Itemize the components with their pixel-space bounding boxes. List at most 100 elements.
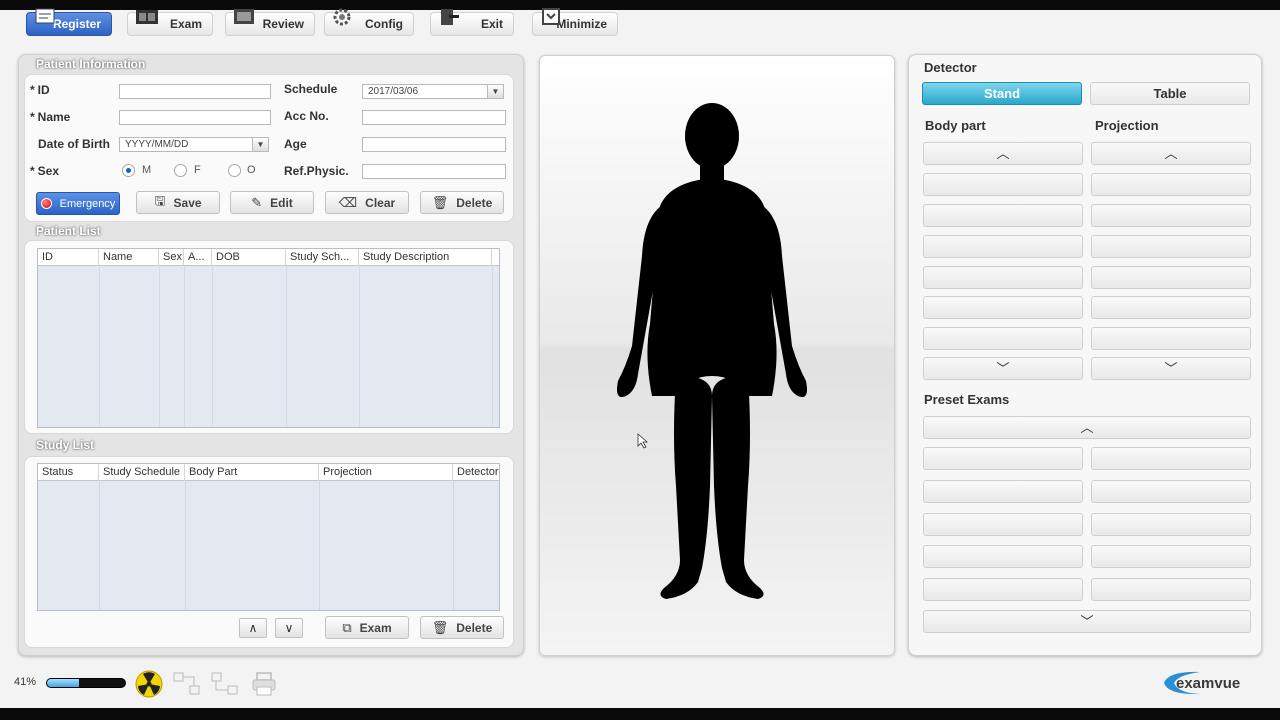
study-list-title: Study List <box>36 438 95 452</box>
gear-icon <box>333 8 351 26</box>
col-detector[interactable]: Detector <box>453 464 500 481</box>
dob-dropdown-icon[interactable]: ▼ <box>252 138 268 151</box>
col-study-description[interactable]: Study Description <box>359 249 492 266</box>
col-dob[interactable]: DOB <box>212 249 286 266</box>
preset-exam-slot[interactable] <box>1091 480 1251 503</box>
emergency-button[interactable]: Emergency <box>36 192 120 215</box>
acc-no-label: Acc No. <box>284 109 329 123</box>
emergency-icon <box>40 198 52 209</box>
move-up-button[interactable]: ∧ <box>239 618 267 638</box>
preset-exam-slot[interactable] <box>923 545 1083 568</box>
sex-radio-o[interactable] <box>228 164 241 177</box>
projection-slot[interactable] <box>1091 235 1251 258</box>
body-part-title: Body part <box>925 118 986 133</box>
exit-button[interactable]: Exit <box>430 9 514 36</box>
sex-radio-f[interactable] <box>174 164 187 177</box>
body-part-slot[interactable] <box>923 173 1083 196</box>
col-id[interactable]: ID <box>38 249 99 266</box>
age-field[interactable] <box>362 137 506 152</box>
col-sex[interactable]: Sex <box>159 249 184 266</box>
save-button[interactable]: 🖫 Save <box>136 191 220 214</box>
delete-patient-button[interactable]: 🗑 Delete <box>420 191 504 214</box>
projection-slot[interactable] <box>1091 204 1251 227</box>
grid-line <box>212 266 213 427</box>
projection-slot[interactable] <box>1091 173 1251 196</box>
projection-slot[interactable] <box>1091 266 1251 289</box>
refphys-field[interactable] <box>362 164 506 179</box>
printer-icon[interactable] <box>250 670 278 698</box>
study-delete-button[interactable]: 🗑 Delete <box>420 616 504 639</box>
col-name[interactable]: Name <box>99 249 159 266</box>
preset-scroll-down-button[interactable]: ﹀ <box>923 610 1251 633</box>
move-down-button[interactable]: ∨ <box>275 618 303 638</box>
save-icon: 🖫 <box>154 192 166 208</box>
connection-icon[interactable] <box>210 670 240 698</box>
sex-radio-m[interactable] <box>122 164 135 177</box>
body-part-scroll-down-button[interactable]: ﹀ <box>923 357 1083 380</box>
progress-percent: 41% <box>14 676 37 688</box>
edit-button[interactable]: ✎ Edit <box>230 191 314 214</box>
projection-scroll-down-button[interactable]: ﹀ <box>1091 357 1251 380</box>
col-study-schedule[interactable]: Study Schedule <box>99 464 185 481</box>
preset-exam-slot[interactable] <box>1091 545 1251 568</box>
detector-stand-button[interactable]: Stand <box>922 82 1082 105</box>
minimize-button[interactable]: Minimize <box>532 8 618 36</box>
minimize-icon <box>542 8 560 25</box>
projection-slot[interactable] <box>1091 296 1251 319</box>
col-projection[interactable]: Projection <box>319 464 453 481</box>
register-button[interactable]: Register <box>26 8 112 36</box>
id-label: * ID <box>30 83 50 97</box>
col-status[interactable]: Status <box>38 464 99 481</box>
body-part-slot[interactable] <box>923 296 1083 319</box>
schedule-dropdown-icon[interactable]: ▼ <box>487 85 503 98</box>
id-field[interactable] <box>119 84 271 99</box>
patient-list-header: ID Name Sex A... DOB Study Sch... Study … <box>38 249 499 266</box>
body-part-slot[interactable] <box>923 266 1083 289</box>
human-body-silhouette[interactable] <box>540 56 896 657</box>
detector-table-button[interactable]: Table <box>1090 82 1250 105</box>
chevron-up-icon: ︿ <box>1080 420 1094 435</box>
body-part-slot[interactable] <box>923 204 1083 227</box>
dob-field[interactable]: YYYY/MM/DD ▼ <box>119 137 269 152</box>
projection-slot[interactable] <box>1091 327 1251 350</box>
exam-button[interactable]: Exam <box>127 10 213 36</box>
detector-title: Detector <box>924 60 977 75</box>
col-body-part[interactable]: Body Part <box>185 464 319 481</box>
exit-icon <box>441 9 459 25</box>
preset-exam-slot[interactable] <box>1091 578 1251 601</box>
projection-title: Projection <box>1095 118 1159 133</box>
study-list-table[interactable]: Status Study Schedule Body Part Projecti… <box>37 463 500 611</box>
body-part-slot[interactable] <box>923 235 1083 258</box>
chevron-up-icon: ︿ <box>1164 146 1178 161</box>
preset-exam-slot[interactable] <box>1091 513 1251 536</box>
main-toolbar: Register Exam Review Config Exit Minimiz… <box>0 8 1280 40</box>
radiation-icon[interactable] <box>134 670 164 698</box>
preset-exam-slot[interactable] <box>923 480 1083 503</box>
refphys-label: Ref.Physic. <box>284 164 349 178</box>
name-field[interactable] <box>119 110 271 125</box>
body-part-slot[interactable] <box>923 327 1083 350</box>
study-exam-button[interactable]: ⧉ Exam <box>325 616 409 639</box>
sex-label-o: O <box>247 164 256 176</box>
body-part-scroll-up-button[interactable]: ︿ <box>923 142 1083 165</box>
preset-exam-slot[interactable] <box>923 447 1083 470</box>
patient-list-table[interactable]: ID Name Sex A... DOB Study Sch... Study … <box>37 248 500 428</box>
schedule-field[interactable]: 2017/03/06 ▼ <box>362 84 504 99</box>
review-button[interactable]: Review <box>225 9 315 36</box>
chevron-down-icon: ﹀ <box>1164 361 1178 376</box>
clear-button[interactable]: ⌫ Clear <box>325 191 409 214</box>
preset-scroll-up-button[interactable]: ︿ <box>923 416 1251 439</box>
projection-scroll-up-button[interactable]: ︿ <box>1091 142 1251 165</box>
acc-no-field[interactable] <box>362 110 506 125</box>
preset-exam-slot[interactable] <box>923 578 1083 601</box>
patient-info-title: Patient Information <box>36 57 146 71</box>
col-study-schedule[interactable]: Study Sch... <box>286 249 359 266</box>
network-icon[interactable] <box>172 670 202 698</box>
col-age[interactable]: A... <box>184 249 212 266</box>
preset-exam-slot[interactable] <box>923 513 1083 536</box>
grid-line <box>185 481 186 610</box>
preset-exam-slot[interactable] <box>1091 447 1251 470</box>
grid-line <box>359 266 360 427</box>
config-button[interactable]: Config <box>324 8 414 36</box>
eraser-icon: ⌫ <box>338 194 358 210</box>
